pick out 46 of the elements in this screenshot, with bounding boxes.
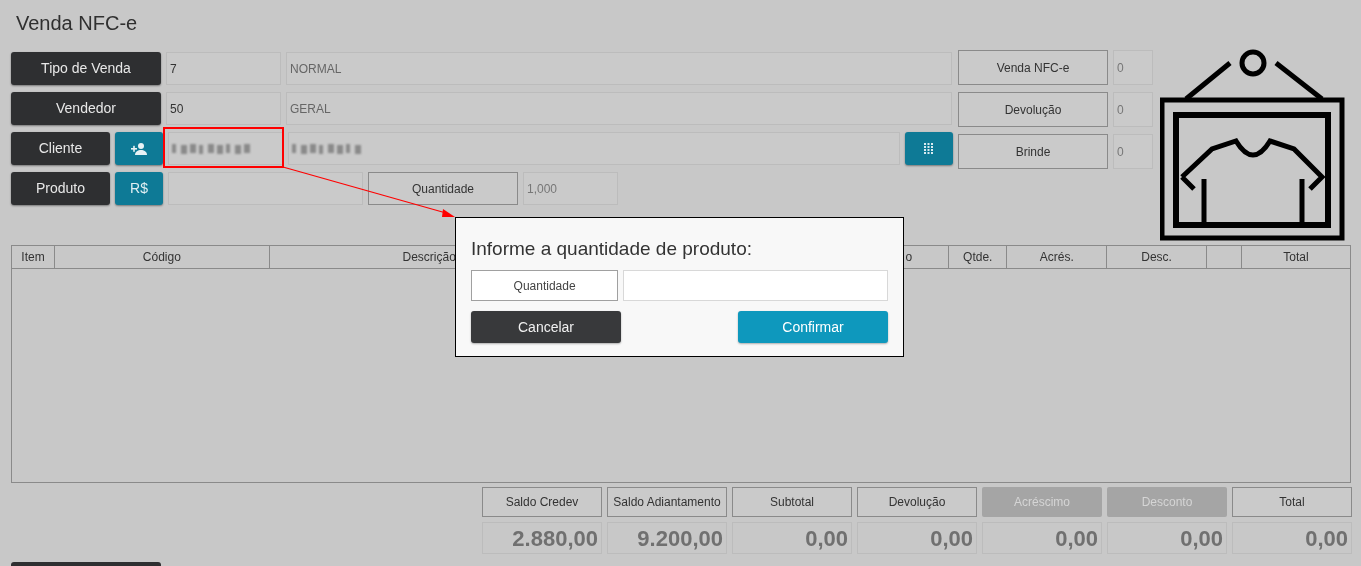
total-value: 0,00 [857, 522, 977, 554]
client-button[interactable]: Cliente [11, 132, 110, 165]
code-field[interactable]: 7 [166, 52, 281, 85]
counter-value: 0 [1113, 50, 1153, 85]
code-field[interactable]: 50 [166, 92, 281, 125]
shirt-tag-icon [1160, 49, 1346, 241]
price-button[interactable]: R$ [115, 172, 163, 205]
counter-label: Venda NFC-e [958, 50, 1108, 85]
counter-label: Devolução [958, 92, 1108, 127]
column-header: Item [12, 246, 55, 268]
column-header: Acrés. [1007, 246, 1108, 268]
column-header: Desc. [1107, 246, 1208, 268]
client-name-field[interactable] [288, 132, 900, 165]
description-field[interactable]: GERAL [286, 92, 952, 125]
total-value: 0,00 [1232, 522, 1352, 554]
total-label: Saldo Adiantamento [607, 487, 727, 517]
add-client-button[interactable] [115, 132, 163, 165]
cancel-button[interactable]: Cancelar [471, 311, 621, 343]
description-field[interactable]: NORMAL [286, 52, 952, 85]
page-title: Venda NFC-e [15, 11, 139, 36]
product-button[interactable]: Produto [11, 172, 110, 205]
total-value: 0,00 [732, 522, 852, 554]
column-header: Total [1282, 249, 1310, 266]
product-field[interactable] [168, 172, 363, 205]
counter-value: 0 [1113, 134, 1153, 169]
client-code-field[interactable] [168, 132, 283, 165]
total-label: Total [1232, 487, 1352, 517]
counter-label: Brinde [958, 134, 1108, 169]
total-label: Saldo Credev [482, 487, 602, 517]
field-button[interactable]: Tipo de Venda [11, 52, 161, 85]
column-header: Qtde. [949, 246, 1008, 268]
total-label: Devolução [857, 487, 977, 517]
quantity-label: Quantidade [368, 172, 518, 205]
dialog-quantity-input[interactable] [623, 270, 888, 301]
keypad-icon [924, 142, 934, 155]
add-person-icon [131, 142, 147, 155]
total-value: 9.200,00 [607, 522, 727, 554]
field-button[interactable]: Vendedor [11, 92, 161, 125]
counter-value: 0 [1113, 92, 1153, 127]
total-value: 0,00 [1107, 522, 1227, 554]
keypad-button[interactable] [905, 132, 953, 165]
total-value: 0,00 [982, 522, 1102, 554]
column-header: Código [54, 246, 270, 268]
total-label: Subtotal [732, 487, 852, 517]
total-value: 2.880,00 [482, 522, 602, 554]
dialog-quantity-label: Quantidade [471, 270, 619, 301]
